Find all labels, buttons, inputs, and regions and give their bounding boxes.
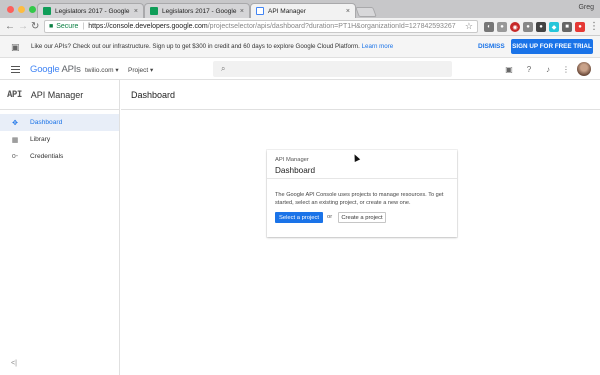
sidebar-item-dashboard[interactable]: ✥ Dashboard <box>0 114 119 131</box>
extension-icon-8[interactable]: ● <box>575 22 585 32</box>
window-close-button[interactable] <box>7 6 14 13</box>
select-project-button[interactable]: Select a project <box>275 212 323 223</box>
url-path: /projectselector/apis/dashboard?duration… <box>207 23 456 30</box>
google-favicon-icon <box>256 7 264 15</box>
sidebar-item-library[interactable]: ▦ Library <box>0 131 119 148</box>
logo-apis: APIs <box>61 64 81 75</box>
collapse-sidebar-icon[interactable]: <| <box>11 360 17 367</box>
gift-icon: ▣ <box>11 42 20 52</box>
tab-title: Legislators 2017 - Google She <box>55 7 131 15</box>
promo-banner: ▣ Like our APIs? Check out our infrastru… <box>0 36 600 58</box>
avatar[interactable] <box>577 62 591 76</box>
browser-profile-name[interactable]: Greg <box>578 4 594 11</box>
promo-text: Like our APIs? Check out our infrastruct… <box>31 43 360 50</box>
browser-tab-2[interactable]: Legislators 2017 - Google She × <box>144 3 250 18</box>
tab-close-icon[interactable]: × <box>240 8 244 15</box>
tab-close-icon[interactable]: × <box>134 8 138 15</box>
card-description: The Google API Console uses projects to … <box>275 192 444 206</box>
card-divider <box>267 178 457 179</box>
page-title: Dashboard <box>121 80 600 110</box>
search-input[interactable]: ⌕ <box>213 61 452 77</box>
cloud-shell-icon[interactable]: ▣ <box>504 64 514 74</box>
logo-google: Google <box>30 64 60 75</box>
organization-selector[interactable]: twilio.com ▾ <box>85 66 119 74</box>
card-overline: API Manager <box>275 157 309 163</box>
sheets-favicon-icon <box>43 7 51 15</box>
extension-icon-6[interactable]: ◆ <box>549 22 559 32</box>
sidebar: API API Manager ✥ Dashboard ▦ Library o-… <box>0 80 120 375</box>
hamburger-menu-icon[interactable] <box>11 66 20 73</box>
sheets-favicon-icon <box>150 7 158 15</box>
card-title: Dashboard <box>275 166 316 175</box>
tab-title: API Manager <box>268 7 306 15</box>
dismiss-button[interactable]: DISMISS <box>478 43 505 50</box>
lock-icon: ■ <box>49 23 54 30</box>
back-arrow-icon[interactable]: ← <box>5 21 15 33</box>
sidebar-nav: ✥ Dashboard ▦ Library o- Credentials <box>0 114 119 165</box>
sidebar-header: API API Manager <box>0 80 119 110</box>
or-label: or <box>327 214 333 220</box>
extension-icon-2[interactable]: ● <box>497 22 507 32</box>
extension-icon-1[interactable]: ◐ <box>484 22 494 32</box>
browser-toolbar: ← → ↻ ■ Secure | https://console.develop… <box>0 18 600 36</box>
browser-tab-3[interactable]: API Manager × <box>250 3 356 18</box>
main-content: Dashboard API Manager Dashboard The Goog… <box>121 80 600 375</box>
forward-arrow-icon[interactable]: → <box>18 21 28 33</box>
google-apis-logo[interactable]: Google APIs <box>30 64 81 75</box>
extension-icon-3[interactable]: ◉ <box>510 22 520 32</box>
reload-icon[interactable]: ↻ <box>31 21 39 33</box>
extension-icon-7[interactable]: ■ <box>562 22 572 32</box>
project-selector-card: API Manager Dashboard The Google API Con… <box>267 150 457 237</box>
search-icon: ⌕ <box>221 64 226 73</box>
api-icon: API <box>7 89 22 100</box>
key-icon: o- <box>11 153 19 160</box>
browser-menu-icon[interactable]: ⋮ <box>589 21 599 33</box>
browser-tab-1[interactable]: Legislators 2017 - Google She × <box>37 3 144 18</box>
help-icon[interactable]: ? <box>524 64 534 74</box>
secure-label: Secure <box>56 23 79 30</box>
sidebar-item-credentials[interactable]: o- Credentials <box>0 148 119 165</box>
dashboard-icon: ✥ <box>12 119 18 127</box>
url-separator: | <box>82 23 85 30</box>
promo-message: Like our APIs? Check out our infrastruct… <box>31 43 393 50</box>
bookmark-star-icon[interactable]: ☆ <box>465 21 473 32</box>
extension-icon-4[interactable]: ● <box>523 22 533 32</box>
signup-free-trial-button[interactable]: SIGN UP FOR FREE TRIAL <box>511 39 593 54</box>
url-host: https://console.developers.google.com <box>88 23 208 30</box>
new-tab-button[interactable] <box>355 7 377 17</box>
learn-more-link[interactable]: Learn more <box>362 43 394 50</box>
notifications-bell-icon[interactable]: ♪ <box>543 64 553 74</box>
create-project-button[interactable]: Create a project <box>338 212 386 223</box>
app-header: Google APIs twilio.com ▾ Project ▾ ⌕ ▣ ? … <box>0 58 600 80</box>
project-selector[interactable]: Project ▾ <box>128 66 153 74</box>
sidebar-title: API Manager <box>30 89 84 100</box>
library-icon: ▦ <box>11 136 19 144</box>
sidebar-item-label: Library <box>30 136 51 143</box>
window-minimize-button[interactable] <box>18 6 25 13</box>
more-vert-icon[interactable]: ⋮ <box>561 64 571 74</box>
tab-close-icon[interactable]: × <box>346 8 350 15</box>
sidebar-item-label: Dashboard <box>30 119 63 126</box>
tab-title: Legislators 2017 - Google She <box>162 7 237 15</box>
extension-icon-5[interactable]: ● <box>536 22 546 32</box>
window-maximize-button[interactable] <box>29 6 36 13</box>
address-bar[interactable]: ■ Secure | https://console.developers.go… <box>44 20 478 33</box>
sidebar-item-label: Credentials <box>30 153 64 160</box>
browser-tab-strip: Legislators 2017 - Google She × Legislat… <box>0 0 600 18</box>
